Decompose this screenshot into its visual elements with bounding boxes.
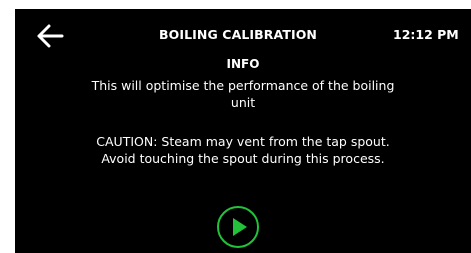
info-heading: INFO: [226, 57, 260, 71]
caution-line: Avoid touching the spout during this pro…: [101, 151, 385, 166]
arrow-left-icon: [37, 24, 64, 48]
caution-text: CAUTION: Steam may vent from the tap spo…: [15, 133, 471, 167]
back-button[interactable]: [35, 23, 65, 49]
page-title: BOILING CALIBRATION: [159, 27, 317, 42]
start-calibration-button[interactable]: [216, 205, 260, 249]
play-icon: [217, 206, 259, 248]
description-text: This will optimise the performance of th…: [15, 77, 471, 111]
description-line: unit: [230, 95, 256, 110]
clock-time: 12:12 PM: [393, 27, 459, 42]
description-line: This will optimise the performance of th…: [91, 78, 395, 93]
calibration-screen: BOILING CALIBRATION 12:12 PM INFO This w…: [15, 9, 471, 253]
caution-line: CAUTION: Steam may vent from the tap spo…: [96, 134, 390, 149]
